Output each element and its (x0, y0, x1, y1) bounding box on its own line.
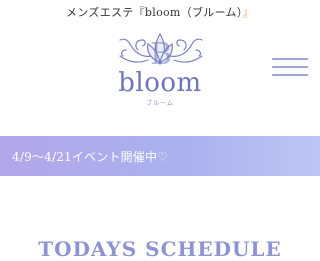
logo-kana: ブルーム (146, 100, 174, 107)
todays-schedule-heading: TODAYS SCHEDULE (38, 236, 282, 261)
event-banner-text: 4/9〜4/21イベント開催中♡ (12, 150, 169, 164)
site-tagline: メンズエステ『bloom（ブルーム）』 (0, 4, 320, 20)
event-banner[interactable]: 4/9〜4/21イベント開催中♡ (0, 136, 320, 176)
menu-line (272, 58, 308, 60)
hamburger-menu-icon[interactable] (272, 50, 308, 84)
bloom-logo[interactable]: B bloom ブルーム (108, 28, 212, 108)
menu-line (272, 66, 308, 68)
tagline-accent: 』 (242, 6, 254, 19)
site-header: メンズエステ『bloom（ブルーム）』 B bloom ブルーム (0, 0, 320, 112)
menu-line (272, 74, 308, 76)
logo-word: bloom (118, 68, 202, 98)
tagline-text: メンズエステ『bloom（ブルーム） (66, 6, 243, 19)
logo-letter: B (150, 37, 172, 72)
